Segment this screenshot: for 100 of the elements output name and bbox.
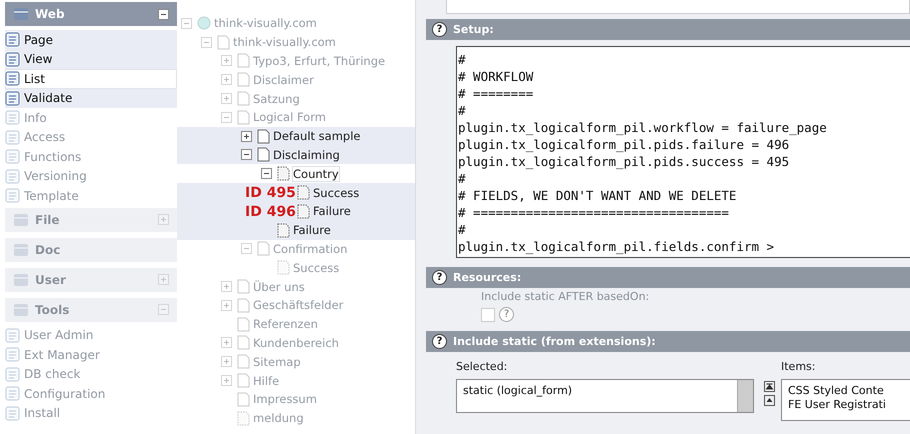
tree-item[interactable]: Sitemap [253, 354, 301, 369]
module-label: Ext Manager [24, 348, 100, 362]
tree-item[interactable]: think-visually.com [214, 16, 317, 30]
code-editor[interactable] [456, 46, 910, 258]
module-label: View [24, 52, 52, 66]
page-icon [257, 147, 270, 162]
field-label: Selected: [456, 360, 508, 373]
module-item[interactable]: Install [5, 404, 177, 423]
module-item[interactable]: Validate [5, 88, 177, 108]
module-icon [5, 110, 20, 126]
page-icon [237, 373, 250, 388]
page-icon [257, 241, 270, 256]
tree-item[interactable]: Failure [293, 223, 331, 238]
group-title: Web [35, 7, 65, 21]
id-annotation: ID 496 [245, 204, 296, 220]
page-icon [257, 128, 270, 144]
selected-list[interactable]: static (logical_form) [456, 379, 754, 413]
section-title: Resources: [453, 271, 522, 284]
module-group-header[interactable]: User [5, 268, 177, 292]
module-icon [5, 386, 20, 402]
code-line: # [458, 170, 467, 187]
tree-item[interactable]: Referenzen [253, 317, 318, 332]
help-button[interactable]: ? [499, 307, 514, 322]
selected-entry[interactable]: static (logical_form) [463, 384, 731, 398]
module-icon [5, 52, 20, 67]
tree-item[interactable]: Impressum [253, 392, 317, 406]
expand-icon[interactable] [241, 130, 252, 142]
module-icon [5, 328, 20, 343]
scrollbar[interactable] [737, 380, 753, 412]
folder-icon [13, 6, 29, 22]
page-icon [277, 260, 290, 276]
page-icon [237, 72, 250, 88]
module-label: Page [24, 32, 54, 47]
module-item[interactable]: User Admin [5, 326, 177, 345]
module-group-header[interactable]: File [5, 208, 177, 232]
module-label: DB check [24, 367, 80, 382]
code-line: plugin.tx_logicalform_pil.workflow = failure_page [458, 119, 828, 136]
folder-icon [13, 302, 29, 318]
help-button[interactable]: ? [432, 22, 447, 37]
option-label: Include static AFTER basedOn: [481, 290, 650, 303]
module-label: Versioning [24, 169, 87, 184]
tree-item[interactable]: Typo3, Erfurt, Thüringe [253, 54, 386, 68]
module-item[interactable]: Info [5, 108, 177, 128]
module-item[interactable]: DB check [5, 364, 177, 384]
module-item[interactable]: Access [5, 128, 177, 147]
code-line: plugin.tx_logicalform_pil.fields.confirm > [458, 238, 776, 255]
module-item[interactable]: List [5, 69, 177, 88]
module-item[interactable]: Page [5, 30, 177, 50]
tree-item[interactable]: Kundenbereich [253, 336, 339, 350]
tree-item[interactable]: think-visually.com [233, 35, 336, 50]
field-label: Items: [781, 360, 816, 373]
module-icon [5, 130, 20, 145]
tree-item[interactable]: Geschäftsfelder [253, 298, 344, 312]
module-icon [5, 90, 20, 106]
tree-item[interactable]: Logical Form [253, 110, 326, 124]
module-item[interactable]: Configuration [5, 384, 177, 404]
tree-item[interactable]: Failure [313, 204, 351, 218]
page-icon [237, 335, 250, 350]
module-group-header[interactable]: Doc [5, 238, 177, 262]
available-entry[interactable]: CSS Styled Conte [788, 384, 904, 398]
tree-item[interactable]: Country [293, 166, 339, 181]
module-group-header[interactable]: Tools [5, 298, 177, 322]
tree-item[interactable]: Success [293, 260, 340, 275]
help-button[interactable]: ? [432, 270, 447, 285]
input-field[interactable] [446, 0, 910, 14]
help-button[interactable]: ? [432, 334, 447, 349]
module-item[interactable]: Versioning [5, 166, 177, 186]
tree-item[interactable]: Disclaimer [253, 72, 314, 87]
module-icon [5, 406, 20, 421]
module-icon [5, 149, 20, 164]
code-line: plugin.tx_logicalform_pil.pids.success = 495 [458, 153, 790, 170]
module-label: List [24, 72, 45, 86]
module-group-header[interactable]: Web [5, 2, 177, 26]
tree-item[interactable]: Hilfe [253, 374, 280, 388]
id-annotation: ID 495 [245, 185, 296, 202]
module-item[interactable]: Template [5, 186, 177, 206]
code-line: # [458, 221, 467, 238]
checkbox[interactable] [481, 308, 495, 322]
collapse-icon[interactable] [261, 168, 272, 180]
available-entry[interactable]: FE User Registrati [788, 398, 904, 412]
tree-item[interactable]: meldung [253, 411, 304, 426]
module-item[interactable]: View [5, 50, 177, 69]
items-list[interactable]: CSS Styled Conte FE User Registrati [781, 379, 910, 421]
collapse-icon[interactable] [241, 149, 252, 160]
code-line: # ======== [458, 85, 534, 102]
page-icon [237, 91, 250, 106]
module-icon [5, 366, 20, 382]
module-icon [5, 188, 20, 204]
tree-item[interactable]: Confirmation [273, 242, 348, 256]
module-icon [5, 32, 20, 48]
module-item[interactable]: Functions [5, 147, 177, 166]
module-label: Configuration [24, 386, 106, 401]
tree-item[interactable]: Satzung [253, 92, 300, 106]
collapse-icon[interactable] [158, 8, 169, 20]
tree-item[interactable]: Success [313, 186, 360, 200]
module-label: Template [24, 188, 79, 203]
tree-item[interactable]: Über uns [253, 280, 305, 294]
page-icon [237, 354, 250, 370]
module-item[interactable]: Ext Manager [5, 345, 177, 364]
code-line: # [458, 51, 467, 68]
